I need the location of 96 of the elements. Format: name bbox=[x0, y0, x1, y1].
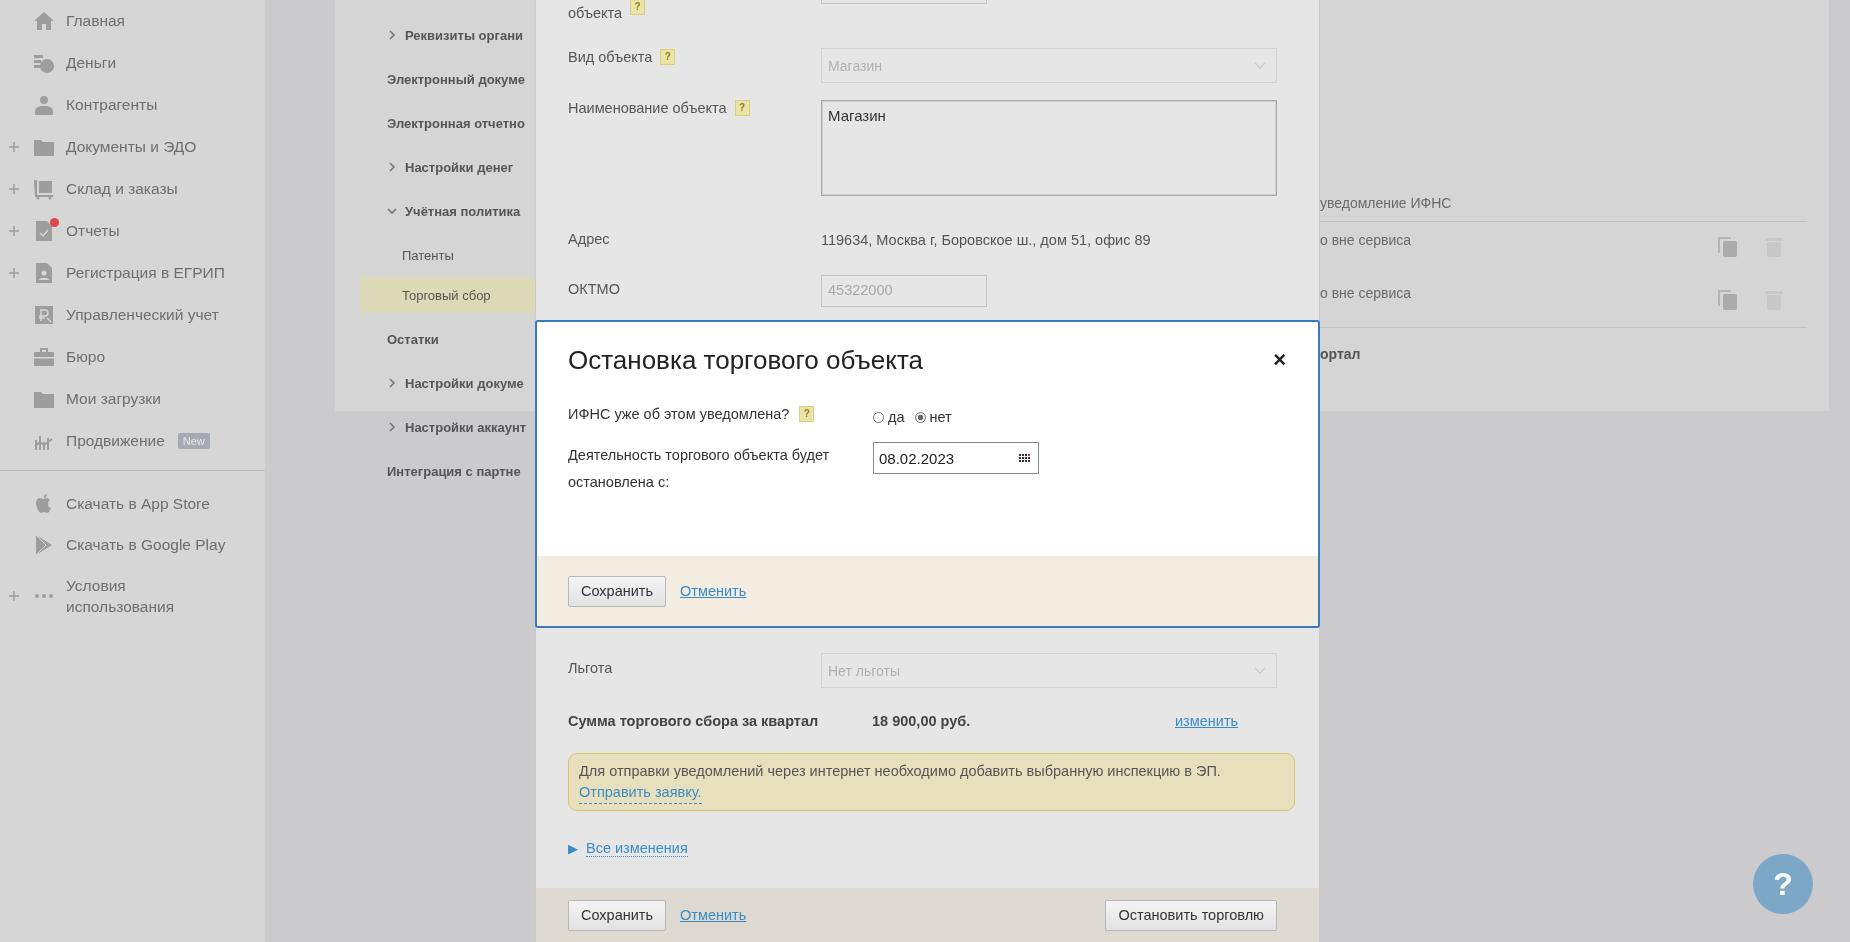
save-button[interactable]: Сохранить bbox=[568, 899, 667, 931]
table-cell-text: о вне сервиса bbox=[1320, 232, 1413, 248]
sidebar-item[interactable]: Документы и ЭДО bbox=[0, 126, 265, 168]
radio-button[interactable] bbox=[873, 411, 884, 423]
field-label: ОКТМО bbox=[568, 281, 620, 297]
sidebar-item[interactable]: Склад и заказы bbox=[0, 168, 265, 210]
plus-icon[interactable] bbox=[8, 268, 19, 278]
question-label: ИФНС уже об этом уведомлена? bbox=[568, 406, 790, 422]
sidebar-item-label: Скачать в App Store bbox=[66, 494, 210, 514]
text-area[interactable]: Магазин bbox=[821, 100, 1277, 196]
sidebar-item[interactable]: Управленческий учет bbox=[0, 294, 265, 336]
save-button[interactable]: Сохранить bbox=[568, 575, 667, 607]
copy-icon[interactable] bbox=[1718, 236, 1738, 258]
sidebar-item-label: Продвижение bbox=[66, 432, 165, 450]
help-button[interactable]: ? bbox=[1753, 854, 1813, 914]
ruble-icon bbox=[33, 304, 55, 326]
plus-icon[interactable] bbox=[8, 142, 19, 152]
field-label: Льгота bbox=[568, 660, 613, 676]
notice-text: Для отправки уведомлений через интернет необходимо добавить выбранную инспекцию в ЭП. bbox=[579, 762, 1221, 781]
chevron-icon bbox=[1254, 666, 1266, 675]
sidebar-item[interactable]: Отчеты bbox=[0, 210, 265, 252]
settings-nav-item[interactable]: Настройки денег bbox=[387, 145, 535, 189]
home-icon bbox=[33, 10, 55, 32]
sidebar-item[interactable]: Скачать в App Store bbox=[0, 483, 265, 524]
settings-nav-item[interactable]: Интеграция с партне bbox=[387, 449, 535, 493]
stop-trading-button[interactable]: Остановить торговлю bbox=[1105, 899, 1277, 931]
chevron-icon bbox=[1254, 61, 1266, 70]
sidebar-item[interactable]: Скачать в Google Play bbox=[0, 524, 265, 565]
calendar-icon[interactable] bbox=[1019, 453, 1030, 463]
sidebar-item-label: Контрагенты bbox=[66, 96, 158, 114]
sidebar-item-label: Документы и ЭДО bbox=[66, 138, 197, 156]
sidebar-item[interactable]: Главная bbox=[0, 0, 265, 42]
settings-nav-item[interactable]: Патенты bbox=[360, 237, 535, 273]
sidebar-item-label: Скачать в Google Play bbox=[66, 535, 226, 555]
field-label: Адрес bbox=[568, 231, 610, 247]
settings-nav-item[interactable]: Электронная отчетно bbox=[387, 101, 535, 145]
date-label: Деятельность торгового объекта будет остановлена с: bbox=[568, 446, 830, 492]
dots-icon bbox=[33, 593, 55, 599]
sidebar-item[interactable]: Условия использования bbox=[0, 565, 265, 627]
sidebar-item[interactable]: Мои загрузки bbox=[0, 378, 265, 420]
settings-nav-item[interactable]: Реквизиты органи bbox=[387, 13, 535, 57]
field-label: Наименование объекта bbox=[568, 100, 727, 116]
column-header: уведомление ИФНС bbox=[1320, 195, 1807, 222]
sidebar-item-label: Мои загрузки bbox=[66, 390, 161, 408]
plus-icon[interactable] bbox=[8, 226, 19, 236]
sidebar-item-label: Деньги bbox=[66, 54, 117, 72]
total-label: Сумма торгового сбора за квартал bbox=[568, 713, 820, 729]
sidebar-item[interactable]: Продвижение New bbox=[0, 420, 265, 462]
expand-marker[interactable]: ▶ bbox=[568, 841, 578, 856]
sidebar-item-label: Отчеты bbox=[66, 222, 120, 240]
plus-icon[interactable] bbox=[8, 184, 19, 194]
settings-nav-item[interactable]: Остатки bbox=[387, 317, 535, 361]
sidebar-item[interactable]: Регистрация в ЕГРИП bbox=[0, 252, 265, 294]
total-value: 18 900,00 руб. bbox=[872, 713, 972, 729]
change-link[interactable]: изменить bbox=[1175, 713, 1239, 729]
sidebar-item-label: Склад и заказы bbox=[66, 180, 178, 198]
table-cell-text: о вне сервиса bbox=[1320, 285, 1413, 301]
person-icon bbox=[33, 94, 55, 116]
radio-button[interactable] bbox=[914, 411, 926, 423]
cart-icon bbox=[33, 178, 55, 200]
field-label: объекта bbox=[568, 5, 623, 21]
sidebar-item-label: Бюро bbox=[66, 348, 106, 366]
settings-nav-item[interactable]: Торговый сбор bbox=[360, 277, 535, 313]
sidebar-item-label: Условия использования bbox=[66, 576, 175, 617]
all-changes-link[interactable]: Все изменения bbox=[586, 840, 688, 857]
sidebar-item-label: Управленческий учет bbox=[66, 306, 219, 324]
sidebar-item[interactable]: Деньги bbox=[0, 42, 265, 84]
sidebar-item[interactable]: Бюро bbox=[0, 336, 265, 378]
sidebar-item-label: Регистрация в ЕГРИП bbox=[66, 264, 225, 282]
table-cell-text: ортал bbox=[1320, 345, 1362, 362]
help-icon[interactable]: ? bbox=[734, 100, 750, 116]
sidebar-item[interactable]: Контрагенты bbox=[0, 84, 265, 126]
close-button[interactable]: × bbox=[1273, 347, 1286, 373]
briefcase-icon bbox=[33, 346, 55, 368]
settings-nav-item[interactable]: Электронный докуме bbox=[387, 57, 535, 101]
field-label: Вид объекта bbox=[568, 49, 653, 65]
help-icon[interactable]: ? bbox=[799, 406, 815, 422]
send-request-link[interactable]: Отправить заявку. bbox=[579, 782, 702, 804]
cancel-link[interactable]: Отменить bbox=[680, 907, 747, 923]
help-icon[interactable]: ? bbox=[630, 0, 646, 15]
cancel-link[interactable]: Отменить bbox=[680, 583, 747, 599]
settings-nav-item[interactable]: Учётная политика bbox=[387, 189, 535, 233]
copy-icon[interactable] bbox=[1718, 289, 1738, 311]
coins-icon bbox=[33, 52, 55, 74]
settings-nav-item[interactable]: Настройки докуме bbox=[387, 361, 535, 405]
plus-icon[interactable] bbox=[8, 591, 19, 601]
modal-title: Остановка торгового объекта bbox=[568, 344, 923, 376]
settings-nav-item[interactable]: Настройки аккаунт bbox=[387, 405, 535, 449]
document-person-icon bbox=[33, 262, 55, 284]
radio-option[interactable]: да bbox=[873, 409, 905, 425]
sidebar-item-label: Главная bbox=[66, 12, 125, 30]
new-badge: New bbox=[177, 433, 210, 449]
field-value: 119634, Москва г, Боровское ш., дом 51, офис 89 bbox=[821, 232, 1151, 248]
date-field[interactable]: 08.02.2023 bbox=[873, 442, 1039, 474]
document-icon bbox=[33, 220, 55, 242]
radio-option[interactable]: нет bbox=[914, 409, 952, 425]
